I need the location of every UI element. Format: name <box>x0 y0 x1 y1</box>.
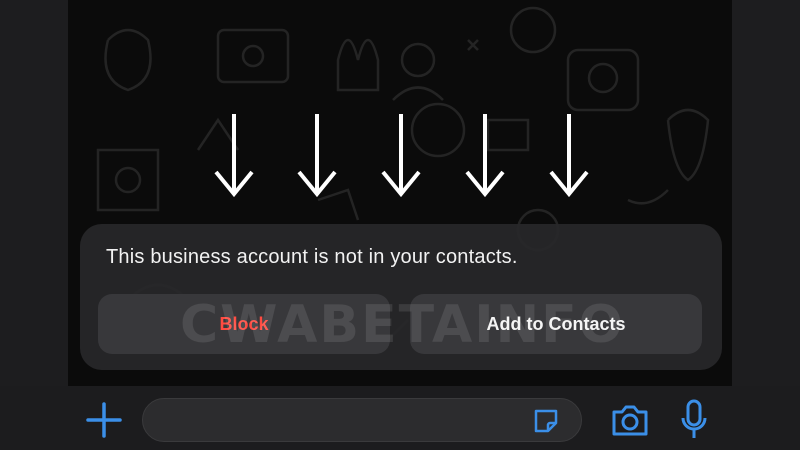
down-arrow-icon <box>381 114 421 198</box>
annotation-arrows <box>0 112 800 202</box>
banner-message: This business account is not in your con… <box>106 246 518 268</box>
plus-icon[interactable] <box>84 400 124 440</box>
microphone-icon[interactable] <box>678 398 710 442</box>
down-arrow-icon <box>297 114 337 198</box>
sticker-icon[interactable] <box>532 407 560 435</box>
add-to-contacts-button[interactable]: Add to Contacts <box>410 294 702 354</box>
down-arrow-icon <box>214 114 254 198</box>
message-input[interactable] <box>142 398 582 442</box>
down-arrow-icon <box>465 114 505 198</box>
chat-screen: This business account is not in your con… <box>0 0 800 450</box>
down-arrow-icon <box>549 114 589 198</box>
block-button[interactable]: Block <box>98 294 390 354</box>
camera-icon[interactable] <box>610 402 650 438</box>
unknown-business-banner: This business account is not in your con… <box>80 224 722 370</box>
